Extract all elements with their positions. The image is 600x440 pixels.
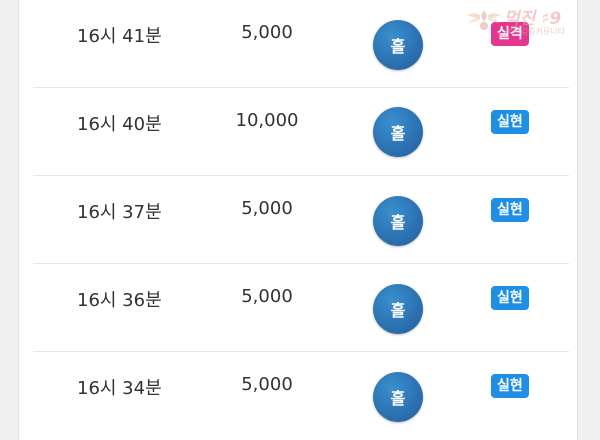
list-item: 16시 40분 10,000 홀 실현 (33, 88, 569, 176)
bet-amount: 5,000 (241, 198, 293, 219)
bet-time: 16시 36분 (77, 290, 162, 311)
bet-amount: 5,000 (241, 374, 293, 395)
status-badge: 실현 (491, 110, 529, 134)
list-item: 16시 36분 5,000 홀 실현 (33, 264, 569, 352)
watermark-logo: 먹진 ♯9 먹튀검증커뮤니티 (466, 4, 590, 38)
bet-time: 16시 37분 (77, 202, 162, 223)
pick-ball-odd: 홀 (373, 372, 423, 422)
bet-amount: 5,000 (241, 286, 293, 307)
pick-ball-odd: 홀 (373, 284, 423, 334)
list-item: 16시 34분 5,000 홀 실현 (33, 352, 569, 440)
status-badge: 실현 (491, 286, 529, 310)
pick-ball-odd: 홀 (373, 20, 423, 70)
bet-amount: 5,000 (241, 22, 293, 43)
bet-time: 16시 40분 (77, 114, 162, 135)
pick-ball-odd: 홀 (373, 196, 423, 246)
list-item: 16시 37분 5,000 홀 실현 (33, 176, 569, 264)
status-badge: 실현 (491, 374, 529, 398)
bet-history-panel: 16시 41분 5,000 홀 실격 16시 40분 10,000 홀 실현 1… (18, 0, 578, 440)
bet-time: 16시 34분 (77, 378, 162, 399)
bet-amount: 10,000 (235, 110, 299, 131)
bet-time: 16시 41분 (77, 26, 162, 47)
watermark-tagline: 먹튀검증커뮤니티 (506, 27, 565, 36)
winged-badge-icon (467, 10, 501, 30)
status-badge: 실현 (491, 198, 529, 222)
pick-ball-odd: 홀 (373, 107, 423, 157)
